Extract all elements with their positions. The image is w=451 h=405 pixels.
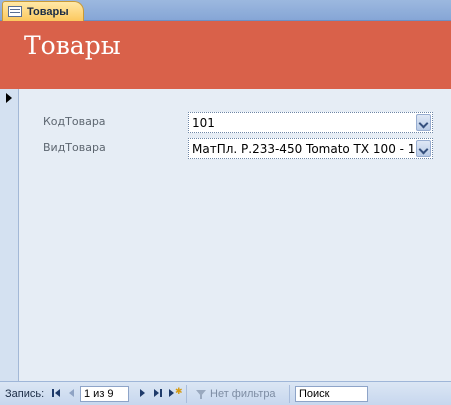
first-record-icon[interactable] — [51, 387, 64, 399]
form-title: Товары — [24, 31, 121, 60]
form-icon — [8, 6, 22, 17]
chevron-down-icon[interactable] — [416, 140, 431, 157]
new-record-icon[interactable]: ✱ — [168, 386, 183, 399]
next-record-icon[interactable] — [136, 387, 149, 399]
vid-tovara-combobox[interactable]: МатПл. Р.233-450 Tomato TX 100 - 10 — [188, 138, 433, 159]
record-selector[interactable] — [0, 89, 19, 381]
record-navigation-bar: Запись: 1 из 9 ✱ Нет фильтра Поиск — [0, 381, 451, 405]
vid-tovara-value[interactable]: МатПл. Р.233-450 Tomato TX 100 - 10 — [189, 142, 416, 156]
field-label-kod-tovara: КодТовара — [43, 115, 106, 128]
current-record-field[interactable]: 1 из 9 — [80, 386, 129, 402]
kod-tovara-combobox[interactable]: 101 — [188, 112, 433, 133]
last-record-icon[interactable] — [152, 387, 165, 399]
tab-tovary[interactable]: Товары — [2, 1, 84, 21]
document-tab-strip: Товары — [0, 0, 451, 21]
filter-toggle[interactable]: Нет фильтра — [196, 388, 276, 400]
navbar-divider — [186, 385, 187, 403]
chevron-down-icon[interactable] — [416, 114, 431, 131]
navbar-divider — [289, 385, 290, 403]
kod-tovara-value[interactable]: 101 — [189, 116, 416, 130]
filter-icon — [196, 389, 206, 399]
previous-record-icon[interactable] — [66, 387, 79, 399]
search-input[interactable]: Поиск — [295, 386, 368, 402]
tab-label: Товары — [27, 5, 69, 18]
record-label: Запись: — [5, 388, 45, 400]
current-record-arrow-icon — [6, 93, 12, 103]
filter-label: Нет фильтра — [210, 388, 276, 400]
field-label-vid-tovara: ВидТовара — [43, 141, 106, 154]
form-header: Товары — [0, 21, 451, 89]
